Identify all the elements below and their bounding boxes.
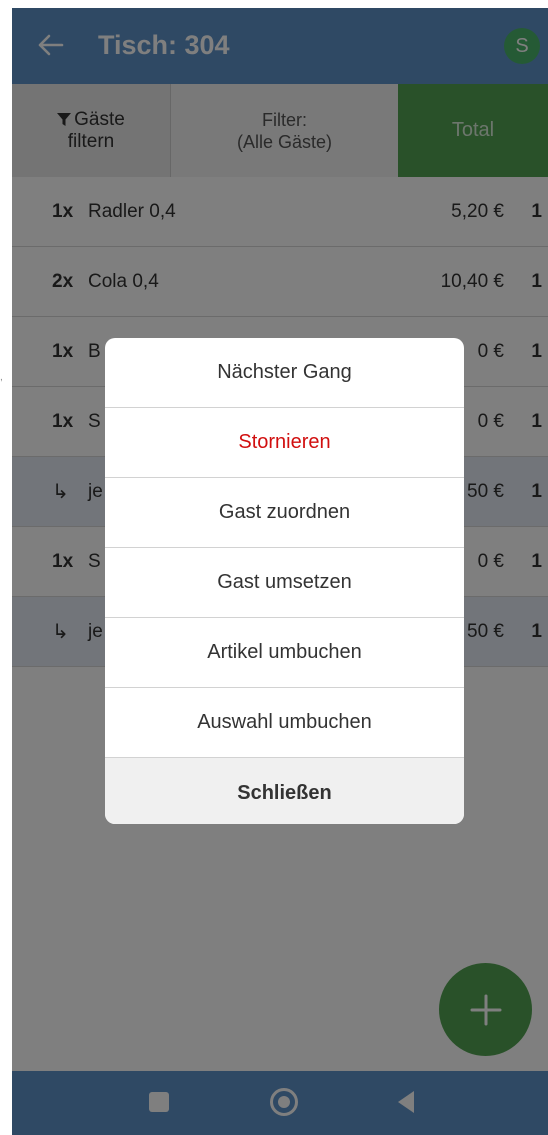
close-button[interactable]: Schließen	[105, 758, 464, 824]
move-guest-button[interactable]: Gast umsetzen	[105, 548, 464, 618]
next-course-button[interactable]: Nächster Gang	[105, 338, 464, 408]
action-dialog: Nächster Gang Stornieren Gast zuordnen G…	[105, 338, 464, 824]
app-screen: Tisch: 304 S Gäste filtern Filter: (Alle…	[12, 8, 548, 1135]
rebook-selection-button[interactable]: Auswahl umbuchen	[105, 688, 464, 758]
assign-guest-button[interactable]: Gast zuordnen	[105, 478, 464, 548]
rebook-item-button[interactable]: Artikel umbuchen	[105, 618, 464, 688]
edge-mark: ,	[0, 372, 3, 383]
cancel-item-button[interactable]: Stornieren	[105, 408, 464, 478]
